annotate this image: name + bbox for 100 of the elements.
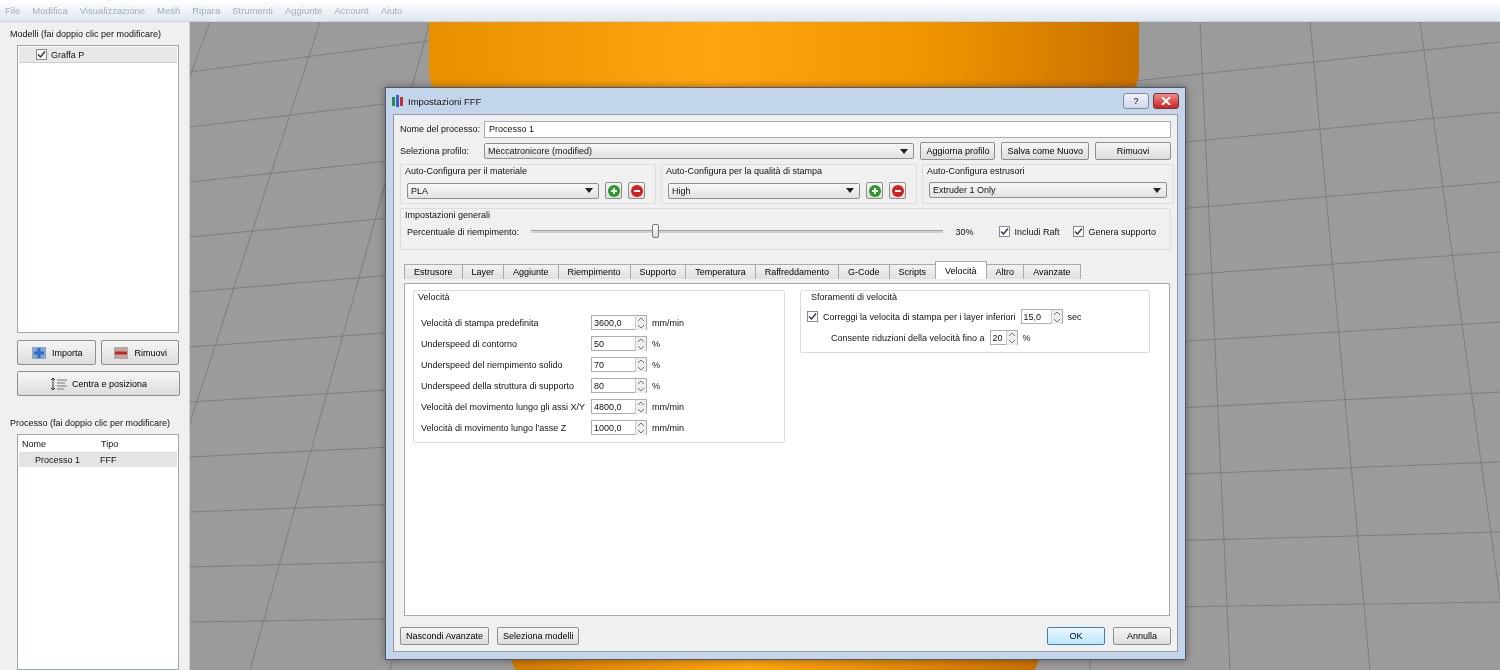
table-cell-text: FFF — [100, 455, 118, 465]
spin-arrows-icon — [635, 399, 646, 414]
center-button[interactable]: Centra e posiziona — [17, 371, 180, 396]
field-label: Consente riduzioni della velocità fino a — [831, 332, 985, 343]
group-title: Auto-Configura per il materiale — [405, 165, 529, 178]
spin-arrows-icon — [635, 378, 646, 393]
tab[interactable]: Avanzate — [1023, 264, 1081, 279]
unit-label: % — [652, 359, 660, 370]
add-button[interactable] — [866, 182, 883, 199]
plus-icon — [607, 184, 620, 197]
cancel-button[interactable]: Annulla — [1113, 627, 1171, 645]
checkbox[interactable] — [1073, 226, 1085, 237]
group-title: Impostazioni generali — [405, 209, 492, 222]
minus-icon — [891, 184, 904, 197]
profile-button[interactable]: Salva come Nuovo — [1001, 142, 1089, 160]
group-title: Sforamenti di velocità — [811, 291, 899, 304]
profile-button[interactable]: Rimuovi — [1095, 142, 1171, 160]
caret-icon — [1153, 187, 1161, 193]
plus-icon — [868, 184, 881, 197]
number-spinbox[interactable]: 50 — [591, 336, 647, 351]
ok-button[interactable]: OK — [1047, 627, 1105, 645]
number-spinbox[interactable]: 4800,0 — [591, 399, 647, 414]
profile-button[interactable]: Aggiorna profilo — [920, 142, 996, 160]
checkbox[interactable] — [36, 49, 47, 60]
unit-label: sec — [1067, 311, 1082, 322]
group-title: Auto-Configura per la qualità di stampa — [666, 165, 824, 178]
tab[interactable]: Supporto — [629, 264, 687, 279]
slider-value: 30% — [955, 226, 974, 237]
caret-icon — [846, 188, 854, 193]
process-name-field[interactable]: Processo 1 — [484, 120, 1171, 138]
tab[interactable]: Estrusore — [404, 264, 463, 279]
unit-label: % — [652, 380, 660, 391]
align-icon — [49, 376, 68, 391]
dropdown[interactable]: High — [668, 182, 860, 199]
number-spinbox[interactable]: 1000,0 — [591, 420, 647, 435]
help-button[interactable]: ? — [1123, 93, 1149, 109]
field-label: Velocità di stampa predefinita — [421, 317, 540, 328]
dropdown[interactable]: Extruder 1 Only — [929, 182, 1167, 198]
model-item[interactable]: Graffa P — [19, 47, 177, 63]
field-label: Underspeed di contorno — [421, 338, 519, 349]
close-button[interactable] — [1153, 93, 1179, 109]
close-icon — [1161, 97, 1171, 105]
field-label: Percentuale di riempimento: — [407, 226, 520, 237]
tab[interactable]: Layer — [461, 264, 505, 279]
unit-label: mm/min — [652, 401, 684, 412]
tab[interactable]: Aggiunte — [503, 264, 559, 279]
caret-icon — [900, 148, 909, 154]
tab[interactable]: Scripts — [888, 264, 937, 279]
tab[interactable]: G-Code — [838, 264, 890, 279]
group-title: Auto-Configura estrusori — [927, 165, 1026, 178]
table-cell-text: Processo 1 — [34, 455, 82, 465]
group-title: Velocità — [418, 291, 451, 304]
checkbox[interactable] — [807, 311, 818, 322]
number-spinbox[interactable]: 80 — [591, 378, 647, 393]
field-label: Underspeed del riempimento solido — [421, 359, 564, 370]
import-button[interactable]: Importa — [17, 340, 96, 365]
number-spinbox[interactable]: 3600,0 — [591, 315, 647, 330]
minus-cube-icon — [112, 344, 131, 361]
unit-label: % — [1022, 332, 1031, 343]
unit-label: % — [652, 338, 660, 349]
process-row[interactable]: Processo 1 FFF — [19, 453, 177, 467]
checkbox[interactable] — [999, 226, 1011, 237]
remove-button[interactable] — [628, 182, 645, 199]
footer-button[interactable]: Seleziona modelli — [496, 627, 580, 645]
spin-arrows-icon — [635, 357, 646, 372]
tab[interactable]: Riempimento — [557, 264, 631, 279]
dropdown[interactable]: PLA — [407, 182, 599, 199]
spin-arrows-icon — [1050, 309, 1062, 324]
unit-label: mm/min — [652, 422, 684, 433]
spin-arrows-icon — [1005, 330, 1017, 345]
caret-icon — [585, 188, 593, 193]
number-spinbox[interactable]: 70 — [591, 357, 647, 372]
spin-arrows-icon — [635, 336, 646, 351]
number-spinbox[interactable]: 20 — [989, 330, 1018, 345]
column-header[interactable]: Tipo — [98, 439, 177, 449]
model-name: Graffa P — [51, 49, 85, 60]
remove-button[interactable]: Rimuovi — [100, 340, 179, 365]
checkbox-label: Correggi la velocita di stampa per i layer inferiori — [823, 311, 1016, 322]
tab[interactable]: Temperatura — [685, 264, 756, 279]
field-label: Seleziona profilo: — [400, 146, 471, 156]
tab[interactable]: Velocità — [935, 261, 987, 279]
unit-label: mm/min — [652, 317, 684, 328]
checkbox-label: Includi Raft — [1014, 226, 1060, 237]
minus-icon — [630, 184, 643, 197]
panel-title: Modelli (fai doppio clic per modificare) — [10, 29, 163, 41]
number-spinbox[interactable]: 15,0 — [1020, 309, 1063, 324]
remove-button[interactable] — [889, 182, 906, 199]
panel-title: Processo (fai doppio clic per modificare) — [10, 418, 172, 430]
add-button[interactable] — [605, 182, 622, 199]
tab[interactable]: Raffreddamento — [754, 264, 840, 279]
field-label: Nome del processo: — [400, 124, 478, 134]
slider-thumb[interactable] — [651, 224, 659, 238]
spin-arrows-icon — [635, 315, 646, 330]
plus-cube-icon — [30, 344, 48, 361]
column-header[interactable]: Nome — [19, 439, 98, 449]
field-label: Velocità di movimento lungo l'asse Z — [421, 422, 568, 433]
checkbox-label: Genera supporto — [1088, 226, 1156, 237]
profile-dropdown[interactable]: Meccatronicore (modified) — [484, 143, 915, 159]
footer-button[interactable]: Nascondi Avanzate — [400, 627, 489, 645]
app-logo-icon — [392, 95, 404, 107]
